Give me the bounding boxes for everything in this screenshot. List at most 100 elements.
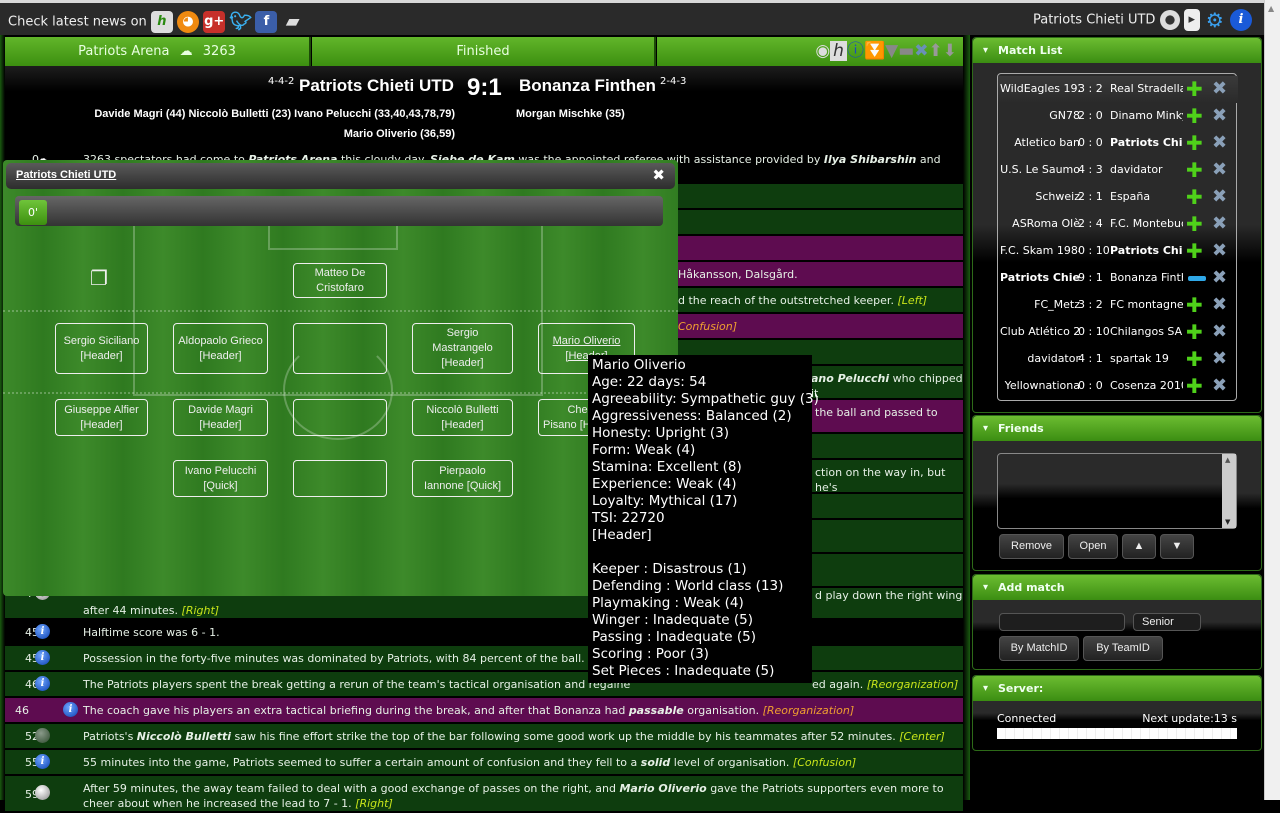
- add-to-view-icon[interactable]: ✚: [1186, 293, 1203, 317]
- move-down-button[interactable]: ▼: [1160, 534, 1194, 559]
- player-slot[interactable]: Aldopaolo Grieco [Header]: [173, 323, 268, 374]
- match-list-row[interactable]: davidator 4 : 1 spartak 19 ✚ ✖: [998, 346, 1238, 373]
- page-scrollbar[interactable]: ▲: [1264, 0, 1280, 800]
- panel-header[interactable]: Server:: [973, 676, 1261, 701]
- add-to-view-icon[interactable]: ✚: [1186, 212, 1203, 236]
- panel-header[interactable]: Friends: [973, 416, 1261, 441]
- export-icon[interactable]: ▸: [1183, 9, 1200, 31]
- remove-from-view-icon[interactable]: [1188, 276, 1206, 281]
- delete-match-icon[interactable]: ✖: [1212, 321, 1227, 342]
- match-score: 4 : 1: [1078, 352, 1103, 365]
- copy-icon[interactable]: ❐: [90, 266, 110, 290]
- twitter-icon[interactable]: 🐦︎: [229, 11, 252, 33]
- gear-icon[interactable]: ⚙: [1204, 9, 1226, 31]
- match-list-row[interactable]: Club Atlético 20 : 10 Chilangos SA ✚ ✖: [998, 319, 1238, 346]
- add-to-view-icon[interactable]: ✚: [1186, 185, 1203, 209]
- facebook-icon[interactable]: f: [255, 11, 278, 33]
- delete-match-icon[interactable]: ✖: [1212, 375, 1227, 396]
- delete-match-icon[interactable]: ✖: [1212, 240, 1227, 261]
- player-slot[interactable]: Niccolò Bulletti [Header]: [412, 399, 513, 436]
- google-plus-icon[interactable]: g+: [203, 11, 226, 33]
- home-team[interactable]: Patriots Chieti UTD: [299, 76, 454, 96]
- match-list-row[interactable]: Patriots Chieti9 : 1 Bonanza Finth ✖: [998, 265, 1238, 292]
- remove-button[interactable]: Remove: [999, 534, 1064, 559]
- tooltip-line: Experience: Weak (4): [592, 476, 737, 492]
- minute-timeline[interactable]: 0': [15, 196, 663, 226]
- info-icon[interactable]: ⓘ: [847, 41, 864, 61]
- friends-scrollbar[interactable]: ▲ ▼: [1222, 454, 1236, 528]
- close-icon[interactable]: ✖: [914, 41, 928, 61]
- match-list-row[interactable]: F.C. Skam 19840 : 10Patriots Chieti✚ ✖: [998, 238, 1238, 265]
- empty-player-slot[interactable]: [293, 399, 387, 436]
- minute-button[interactable]: 0': [19, 200, 47, 225]
- player-slot[interactable]: Sergio Mastrangelo [Header]: [412, 323, 513, 374]
- delete-match-icon[interactable]: ✖: [1212, 132, 1227, 153]
- player-slot-line: Mario Oliverio: [552, 334, 621, 347]
- friends-list[interactable]: ▲ ▼: [997, 453, 1237, 529]
- panel-header[interactable]: Match List: [973, 38, 1261, 63]
- down-arrow-icon[interactable]: ⬇: [943, 41, 957, 61]
- tooltip-line: Honesty: Upright (3): [592, 425, 730, 441]
- info-icon: i: [35, 624, 50, 639]
- player-slot[interactable]: Sergio Siciliano [Header]: [55, 323, 148, 374]
- player-slot[interactable]: Pierpaolo Iannone [Quick]: [412, 460, 513, 497]
- match-list-row[interactable]: Schweiz 2 : 1 España ✚ ✖: [998, 184, 1238, 211]
- scroll-up-icon[interactable]: ▲: [1268, 4, 1274, 13]
- sound-icon[interactable]: [1159, 10, 1180, 30]
- info-icon[interactable]: i: [1230, 9, 1252, 31]
- hattrick-icon[interactable]: h: [830, 41, 847, 61]
- close-icon[interactable]: ✖: [652, 166, 665, 184]
- chat-icon[interactable]: ▰: [282, 11, 304, 33]
- parrot-icon[interactable]: ◕: [177, 11, 200, 33]
- delete-match-icon[interactable]: ✖: [1212, 294, 1227, 315]
- add-to-view-icon[interactable]: ✚: [1186, 320, 1203, 344]
- player-slot[interactable]: Matteo De Cristofaro: [293, 263, 387, 298]
- dialog-title[interactable]: Patriots Chieti UTD: [16, 169, 116, 181]
- minimize-icon[interactable]: ▬: [898, 41, 914, 61]
- add-to-view-icon[interactable]: ✚: [1186, 131, 1203, 155]
- match-list-row[interactable]: ASRoma Olè 2 : 4 F.C. Montebuc ✚ ✖: [998, 211, 1238, 238]
- delete-match-icon[interactable]: ✖: [1212, 186, 1227, 207]
- match-list-row[interactable]: GN78 2 : 0 Dinamo Minky ✚ ✖: [998, 103, 1238, 130]
- delete-match-icon[interactable]: ✖: [1212, 267, 1227, 288]
- match-list-row[interactable]: FC_Metz 3 : 2 FC montagne ✚ ✖: [998, 292, 1238, 319]
- hattrick-icon[interactable]: h: [150, 11, 173, 33]
- collapse-icon[interactable]: ▼: [885, 41, 898, 61]
- match-type-select[interactable]: Senior: [1133, 613, 1201, 631]
- add-to-view-icon[interactable]: ✚: [1186, 347, 1203, 371]
- empty-player-slot[interactable]: [293, 323, 387, 374]
- sound-icon[interactable]: ◉: [815, 41, 830, 61]
- up-arrow-icon[interactable]: ⬆: [929, 41, 943, 61]
- delete-match-icon[interactable]: ✖: [1212, 105, 1227, 126]
- add-to-view-icon[interactable]: ✚: [1186, 77, 1203, 101]
- panel-header[interactable]: Add match: [973, 575, 1261, 600]
- add-to-view-icon[interactable]: ✚: [1186, 239, 1203, 263]
- match-score: 2 : 0: [1078, 109, 1103, 122]
- expand-all-icon[interactable]: ⏬: [864, 41, 885, 61]
- match-id-input[interactable]: [999, 613, 1125, 631]
- add-to-view-icon[interactable]: ✚: [1186, 374, 1203, 398]
- match-list-row[interactable]: Atletico ban0 : 0 Patriots Chieti✚ ✖: [998, 130, 1238, 157]
- by-team-id-button[interactable]: By TeamID: [1083, 636, 1163, 661]
- player-slot[interactable]: Davide Magri [Header]: [173, 399, 268, 436]
- player-slot[interactable]: Giuseppe Alfier [Header]: [55, 399, 148, 436]
- delete-match-icon[interactable]: ✖: [1212, 348, 1227, 369]
- move-up-button[interactable]: ▲: [1122, 534, 1156, 559]
- open-button[interactable]: Open: [1068, 534, 1118, 559]
- add-to-view-icon[interactable]: ✚: [1186, 158, 1203, 182]
- by-match-id-button[interactable]: By MatchID: [999, 636, 1079, 661]
- add-to-view-icon[interactable]: ✚: [1186, 104, 1203, 128]
- player-slot[interactable]: Ivano Pelucchi [Quick]: [173, 460, 268, 497]
- delete-match-icon[interactable]: ✖: [1212, 78, 1227, 99]
- team-name[interactable]: Patriots Chieti UTD: [1033, 13, 1155, 28]
- tooltip-line: Playmaking : Weak (4): [592, 595, 744, 611]
- empty-player-slot[interactable]: [293, 460, 387, 497]
- server-panel: Server: Connected Next update:13 s: [972, 675, 1262, 751]
- delete-match-icon[interactable]: ✖: [1212, 159, 1227, 180]
- delete-match-icon[interactable]: ✖: [1212, 213, 1227, 234]
- away-team[interactable]: Bonanza Finthen: [519, 76, 656, 96]
- match-list-row[interactable]: WildEagles 19233 : 2 Real Stradella✚ ✖: [998, 76, 1238, 103]
- match-list-row[interactable]: U.S. Le Saumo 4 : 3 davidator ✚ ✖: [998, 157, 1238, 184]
- away-scorers: Morgan Mischke (35): [516, 108, 625, 120]
- match-list-row[interactable]: Yellownationa 0 : 0 Cosenza 2010 ✚ ✖: [998, 373, 1238, 400]
